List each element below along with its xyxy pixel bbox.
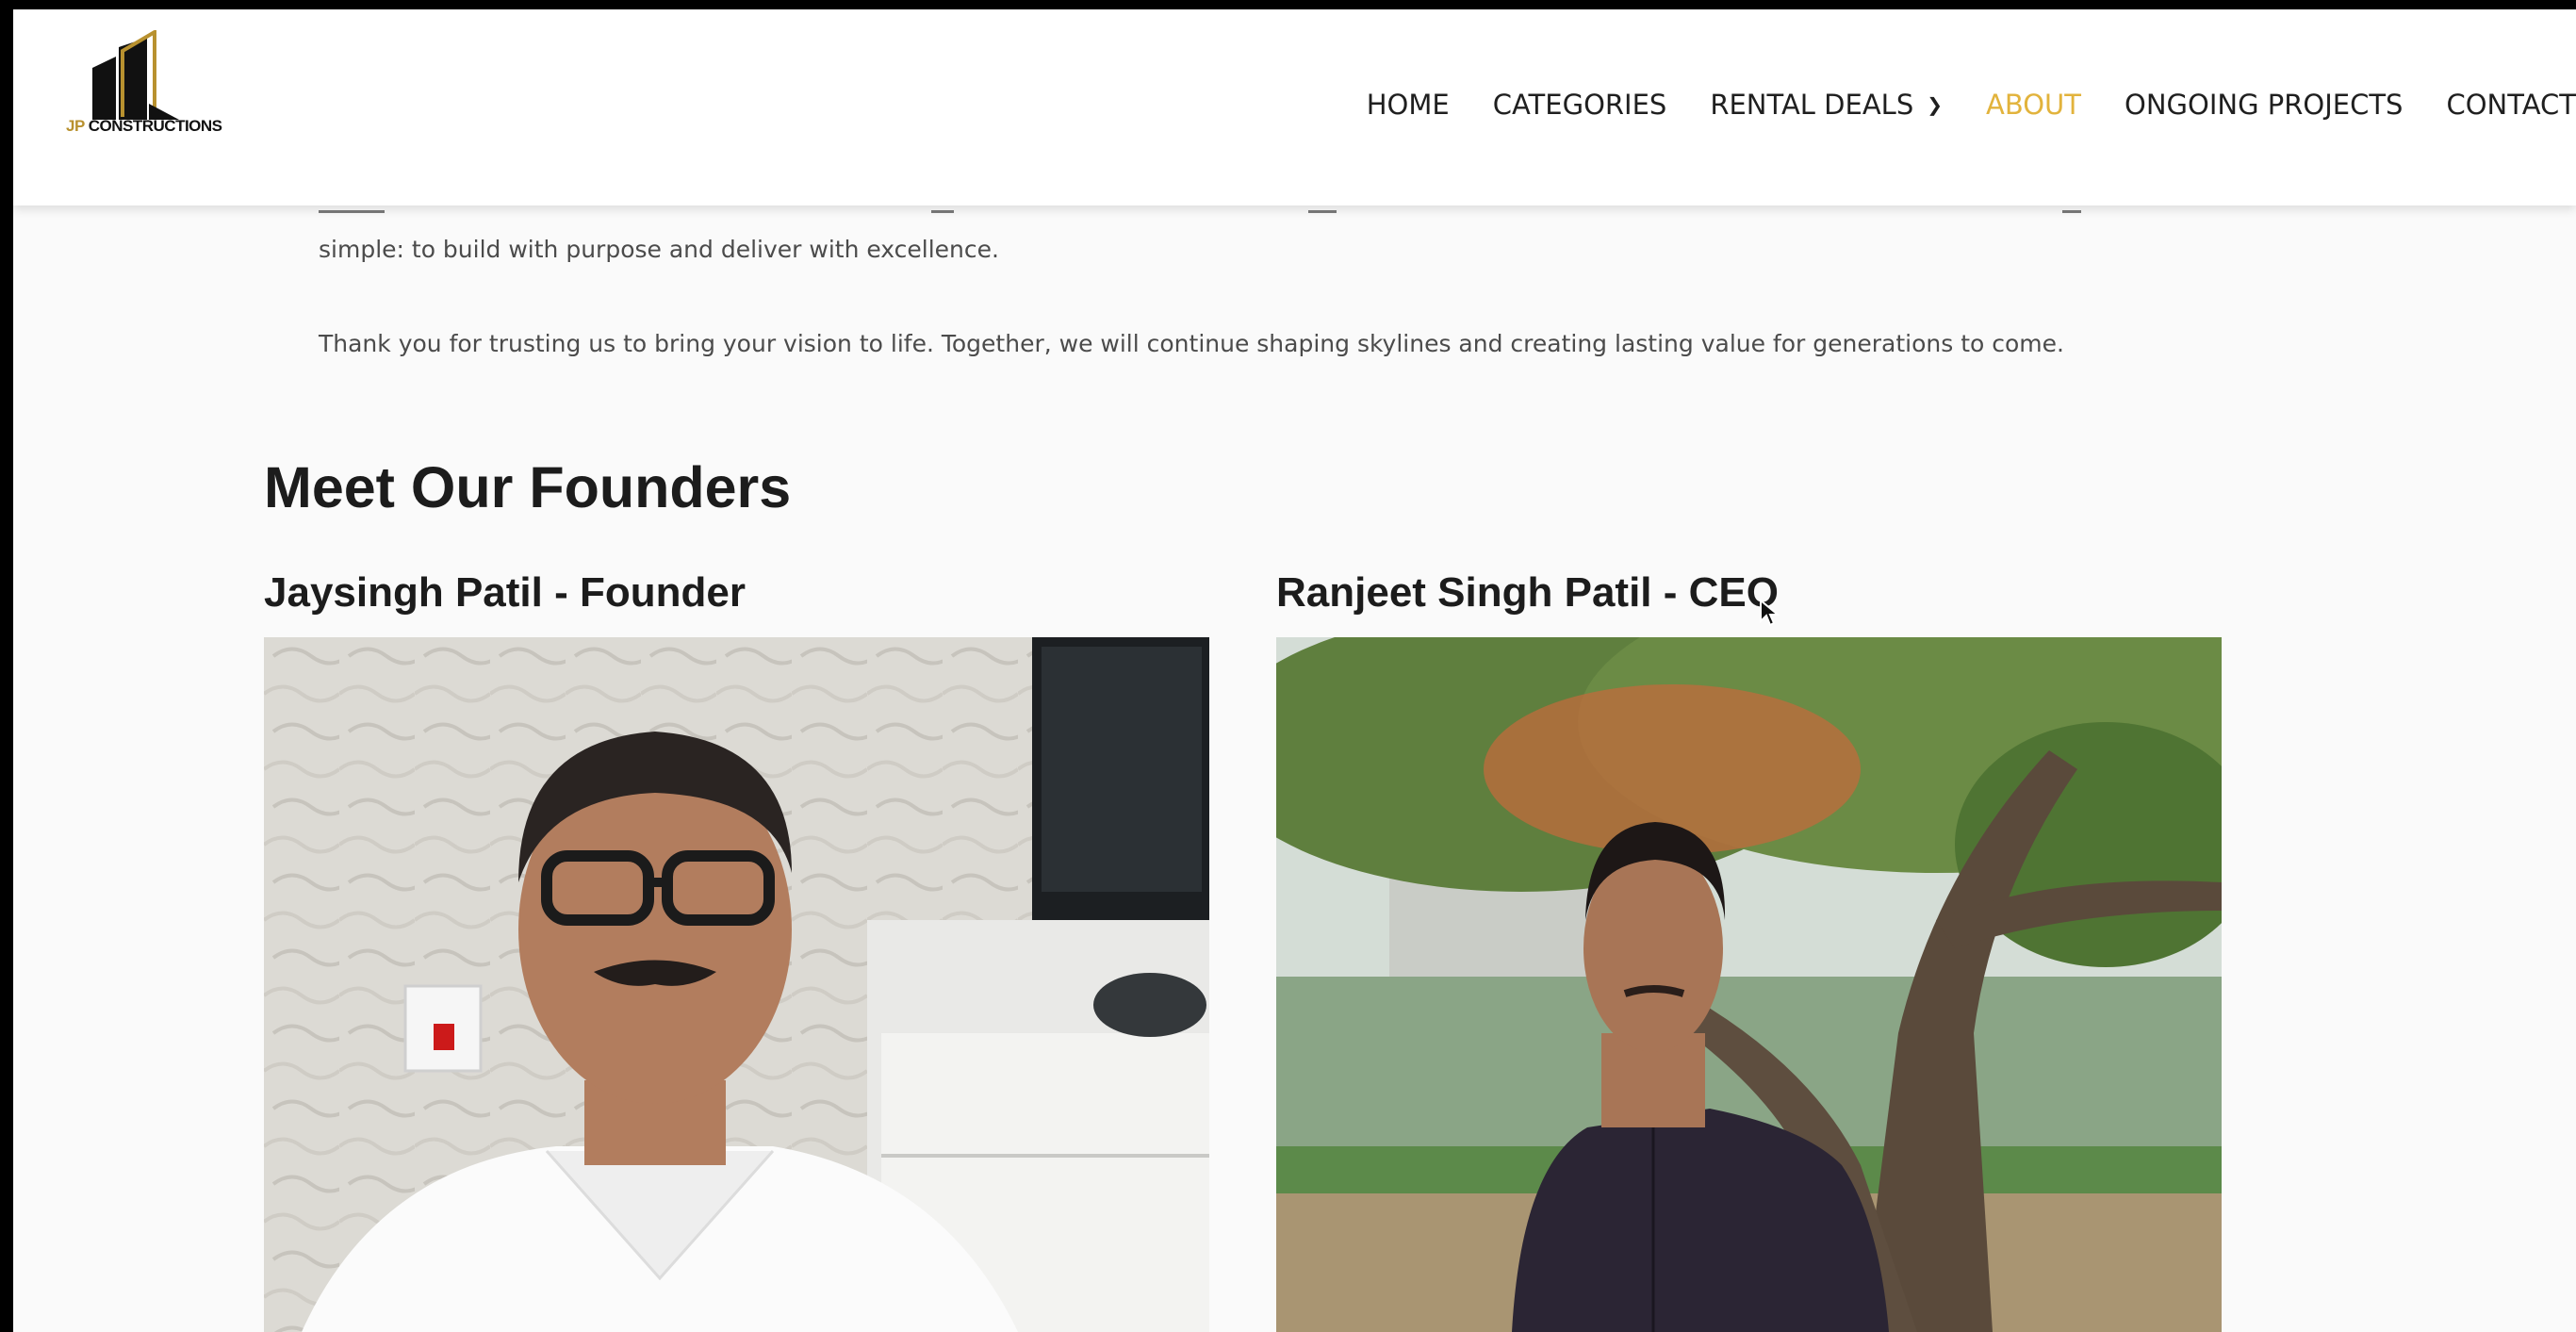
- cut-off-text-line: [319, 206, 2204, 213]
- founders-heading: Meet Our Founders: [264, 455, 792, 519]
- about-paragraph-closing: Thank you for trusting us to bring your …: [319, 330, 2064, 357]
- ceo-photo: [1276, 637, 2222, 1332]
- logo-wordmark: JP CONSTRUCTIONS: [66, 117, 222, 135]
- nav-rental-deals-label: RENTAL DEALS: [1710, 89, 1914, 121]
- main-nav: HOME CATEGORIES RENTAL DEALS ❯ ABOUT ONGO…: [1323, 89, 2576, 121]
- browser-viewport: JP CONSTRUCTIONS HOME CATEGORIES RENTAL …: [13, 9, 2576, 1332]
- founder-photo: [264, 637, 1209, 1332]
- about-paragraph: simple: to build with purpose and delive…: [319, 236, 999, 263]
- ceo-name: Ranjeet Singh Patil - CEO: [1276, 569, 1779, 616]
- nav-ongoing-projects[interactable]: ONGOING PROJECTS: [2125, 89, 2403, 121]
- nav-rental-deals[interactable]: RENTAL DEALS ❯: [1710, 89, 1943, 121]
- site-header: JP CONSTRUCTIONS HOME CATEGORIES RENTAL …: [13, 9, 2576, 206]
- nav-contact[interactable]: CONTACT: [2446, 89, 2576, 121]
- founder-name: Jaysingh Patil - Founder: [264, 569, 746, 616]
- mouse-cursor-icon: [1760, 600, 1780, 627]
- nav-home[interactable]: HOME: [1367, 89, 1450, 121]
- chevron-down-icon: ❯: [1927, 93, 1943, 116]
- nav-about[interactable]: ABOUT: [1986, 89, 2081, 121]
- nav-categories[interactable]: CATEGORIES: [1493, 89, 1667, 121]
